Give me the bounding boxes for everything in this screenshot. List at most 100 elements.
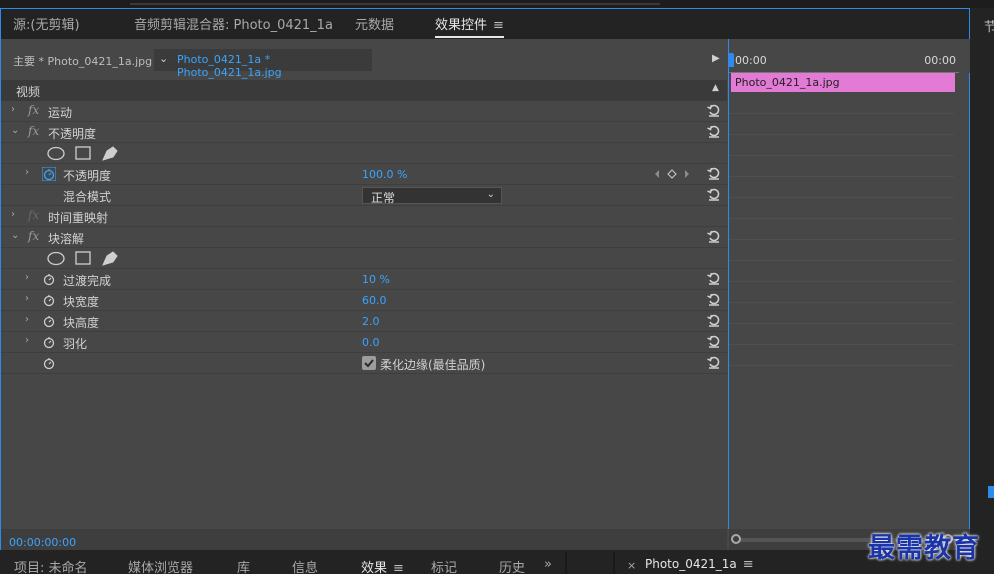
next-keyframe-icon[interactable] — [685, 170, 689, 178]
tab-audio-clip-mixer[interactable]: 音频剪辑混合器: Photo_0421_1a — [134, 14, 333, 33]
block-width-label: 块宽度 — [63, 295, 100, 309]
tab-markers[interactable]: 标记 — [431, 557, 457, 574]
block-height-value[interactable]: 2.0 — [362, 315, 380, 328]
tab-libraries[interactable]: 库 — [237, 557, 250, 574]
tab-media-browser[interactable]: 媒体浏览器 — [128, 557, 193, 574]
block-width-row[interactable]: › 块宽度 60.0 — [1, 290, 727, 311]
pen-mask-icon[interactable] — [102, 146, 118, 161]
panel-tabs: 源:(无剪辑) 音频剪辑混合器: Photo_0421_1a 元数据 效果控件 ≡ — [1, 9, 969, 39]
ellipse-mask-icon[interactable] — [47, 146, 65, 161]
reset-icon[interactable] — [706, 270, 722, 286]
panel-menu-icon[interactable]: ≡ — [493, 18, 504, 33]
soften-edges-row: 柔化边缘(最佳品质) — [1, 353, 727, 374]
fx-icon[interactable]: fx — [28, 229, 39, 243]
expand-chevron-icon[interactable]: › — [11, 209, 15, 220]
effect-opacity-row[interactable]: ⌄ fx 不透明度 — [1, 122, 727, 143]
effect-block-dissolve-row[interactable]: ⌄ fx 块溶解 — [1, 227, 727, 248]
stopwatch-icon[interactable] — [42, 335, 56, 349]
ellipse-mask-icon[interactable] — [47, 251, 65, 266]
chevron-down-icon: ⌄ — [159, 52, 169, 65]
blend-mode-dropdown[interactable]: 正常 ⌄ — [362, 187, 502, 205]
expand-chevron-icon[interactable]: › — [11, 104, 15, 115]
tab-source[interactable]: 源:(无剪辑) — [13, 14, 80, 33]
reset-icon[interactable] — [706, 291, 722, 307]
reset-icon[interactable] — [706, 165, 722, 181]
transition-completion-row[interactable]: › 过渡完成 10 % — [1, 269, 727, 290]
fx-icon[interactable]: fx — [28, 103, 39, 117]
more-tabs-icon[interactable]: » — [544, 557, 552, 572]
opacity-param-label: 不透明度 — [63, 169, 112, 183]
expand-chevron-icon[interactable]: › — [25, 335, 29, 346]
opacity-param-row[interactable]: › 不透明度 100.0 % — [1, 164, 727, 185]
stopwatch-icon[interactable] — [42, 314, 56, 328]
tab-project[interactable]: 项目: 未命名 — [14, 557, 88, 574]
tab-effects[interactable]: 效果 ≡ — [361, 557, 404, 574]
right-panel-tab-fragment[interactable]: 节 — [984, 16, 994, 35]
add-keyframe-icon[interactable] — [667, 169, 677, 179]
reset-icon[interactable] — [706, 228, 722, 244]
blend-mode-label: 混合模式 — [63, 190, 112, 204]
mask-tools-row — [1, 248, 727, 269]
mask-tools — [47, 251, 118, 266]
feather-row[interactable]: › 羽化 0.0 — [1, 332, 727, 353]
stopwatch-active-icon[interactable] — [42, 167, 56, 181]
top-scrollbar[interactable] — [130, 3, 660, 5]
transition-completion-value[interactable]: 10 % — [362, 273, 390, 286]
tab-info[interactable]: 信息 — [292, 557, 318, 574]
tab-metadata[interactable]: 元数据 — [355, 14, 394, 33]
feather-value[interactable]: 0.0 — [362, 336, 380, 349]
timeline-clip-bar[interactable]: Photo_0421_1a.jpg — [731, 73, 955, 92]
rectangle-mask-icon[interactable] — [75, 251, 91, 265]
reset-icon[interactable] — [706, 186, 722, 202]
panel-menu-icon[interactable]: ≡ — [743, 557, 754, 572]
effect-time-remap-row[interactable]: › fx 时间重映射 — [1, 206, 727, 227]
stopwatch-icon[interactable] — [42, 293, 56, 307]
panel-menu-icon[interactable]: ≡ — [393, 561, 404, 574]
right-panel-strip: 节 — [971, 8, 994, 550]
block-height-row[interactable]: › 块高度 2.0 — [1, 311, 727, 332]
source-bar: 主要 * Photo_0421_1a.jpg ⌄ Photo_0421_1a *… — [1, 49, 727, 79]
tab-history[interactable]: 历史 — [499, 557, 525, 574]
fx-icon[interactable]: fx — [28, 124, 39, 138]
timeline-row — [729, 240, 954, 261]
stopwatch-icon[interactable] — [42, 272, 56, 286]
watermark-logo: 最需教育 — [868, 533, 980, 564]
timeline-row — [729, 177, 954, 198]
effect-timeline[interactable]: 00:00 00:00 Photo_0421_1a.jpg — [728, 39, 970, 550]
panel-divider[interactable] — [613, 552, 615, 574]
effect-motion-label: 运动 — [48, 106, 73, 120]
collapse-chevron-icon[interactable]: ⌄ — [11, 125, 19, 136]
close-tab-icon[interactable]: × — [627, 559, 636, 572]
opacity-value[interactable]: 100.0 % — [362, 168, 407, 181]
reset-icon[interactable] — [706, 312, 722, 328]
tab-sequence[interactable]: Photo_0421_1a ≡ — [645, 557, 754, 572]
tab-effect-controls[interactable]: 效果控件 ≡ — [435, 14, 504, 38]
scroll-up-icon[interactable]: ▲ — [712, 83, 719, 93]
master-clip-label[interactable]: 主要 * Photo_0421_1a.jpg — [13, 53, 152, 69]
prev-keyframe-icon[interactable] — [655, 170, 659, 178]
timeline-ruler-header[interactable]: 00:00 00:00 — [728, 39, 970, 73]
block-height-label: 块高度 — [63, 316, 100, 330]
block-width-value[interactable]: 60.0 — [362, 294, 387, 307]
soften-edges-checkbox[interactable] — [362, 356, 376, 370]
current-timecode[interactable]: 00:00:00:00 — [9, 536, 76, 549]
expand-chevron-icon[interactable]: › — [25, 314, 29, 325]
pen-mask-icon[interactable] — [102, 251, 118, 266]
reset-icon[interactable] — [706, 102, 722, 118]
reset-icon[interactable] — [706, 354, 722, 370]
show-timeline-toggle-icon[interactable]: ▶ — [712, 53, 720, 64]
effect-motion-row[interactable]: › fx 运动 — [1, 101, 727, 122]
panel-divider[interactable] — [565, 552, 567, 574]
rectangle-mask-icon[interactable] — [75, 146, 91, 160]
expand-chevron-icon[interactable]: › — [25, 293, 29, 304]
sequence-clip-selector[interactable]: ⌄ Photo_0421_1a * Photo_0421_1a.jpg — [154, 49, 372, 79]
playhead[interactable] — [728, 53, 734, 67]
collapse-chevron-icon[interactable]: ⌄ — [11, 230, 19, 241]
reset-icon[interactable] — [706, 123, 722, 139]
reset-icon[interactable] — [706, 333, 722, 349]
effect-opacity-label: 不透明度 — [48, 127, 97, 141]
zoom-handle-left[interactable] — [731, 534, 741, 544]
stopwatch-icon[interactable] — [42, 356, 56, 370]
expand-chevron-icon[interactable]: › — [25, 272, 29, 283]
expand-chevron-icon[interactable]: › — [25, 167, 29, 178]
